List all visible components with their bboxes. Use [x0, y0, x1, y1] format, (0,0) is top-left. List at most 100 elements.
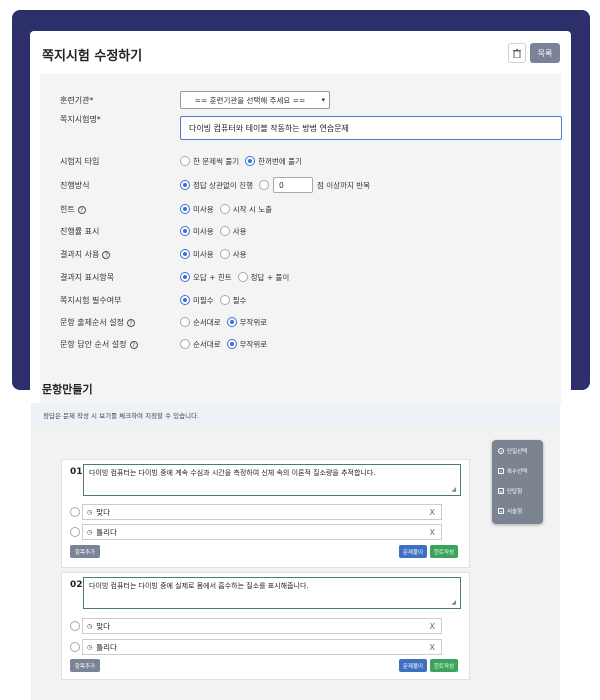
type-option-single[interactable]: 한 문제씩 풀기 [180, 156, 239, 167]
hint-write-button[interactable]: 힌트작성 [430, 545, 458, 558]
radio-icon [180, 156, 190, 166]
result-label: 결과지 사용? [60, 249, 170, 260]
file-icon: ≡ [498, 508, 504, 514]
help-icon[interactable]: ? [129, 341, 138, 349]
correct-answer-radio[interactable] [70, 642, 80, 652]
answer-row: ◷ 맞다 X [62, 504, 471, 520]
answer-order-label: 문항 답안 순서 설정? [60, 339, 170, 350]
hint-write-button[interactable]: 힌트작성 [430, 659, 458, 672]
option-label: 미사용 [193, 249, 214, 259]
menu-item-essay[interactable]: ≡ 서술형 [498, 504, 540, 518]
menu-item-single-choice[interactable]: • 단일선택 [498, 444, 540, 458]
radio-checked-icon [180, 204, 190, 214]
option-label: 필수 [232, 295, 247, 305]
remove-answer-icon[interactable]: X [430, 643, 435, 652]
radio-checked-icon [226, 317, 237, 327]
hint-option-on[interactable]: 시작 시 노출 [219, 204, 272, 215]
org-select[interactable]: == 훈련기관을 선택해 주세요 == ▾ [180, 91, 330, 109]
answer-row: ◷ 틀리다 X [62, 524, 471, 540]
question-text: 다이빙 컴퓨터는 다이빙 중에 계속 수심과 시간을 측정하여 신체 속의 이론… [89, 469, 376, 477]
repeat-suffix: 점 이상까지 반복 [316, 180, 371, 190]
option-label: 사용 [232, 249, 247, 259]
answer-order-option-sequential[interactable]: 순서대로 [180, 339, 221, 350]
answer-input[interactable]: ◷ 틀리다 X [82, 639, 442, 655]
order-label: 문항 출제순서 설정? [60, 317, 170, 328]
edit-card: 쪽지시험 수정하기 목록 훈련기관* == 훈련기관을 선택해 주세요 == ▾… [30, 31, 571, 411]
radio-checked-icon [245, 156, 256, 166]
remove-answer-icon[interactable]: X [430, 622, 435, 631]
resize-grip-icon[interactable]: ◢ [451, 599, 456, 606]
radio-checked-icon [180, 226, 190, 236]
option-label: 정답 상관없이 진행 [193, 180, 253, 190]
menu-item-short-answer[interactable]: ≡ 단답형 [498, 484, 540, 498]
menu-item-label: 단답형 [507, 489, 523, 495]
question-text: 다이빙 컴퓨터는 다이빙 중에 실제로 몸에서 흡수하는 질소를 표시해줍니다. [89, 582, 309, 590]
option-label: 미사용 [193, 226, 214, 236]
required-label: 쪽지시험 필수여부 [60, 295, 122, 305]
question-text-input[interactable]: 다이빙 컴퓨터는 다이빙 중에 실제로 몸에서 흡수하는 질소를 표시해줍니다.… [83, 577, 461, 609]
radio-checked-icon [180, 272, 190, 282]
remove-answer-icon[interactable]: X [430, 528, 435, 537]
resize-grip-icon[interactable]: ◢ [451, 486, 456, 493]
option-label: 무작위로 [239, 317, 268, 327]
hint-label-text: 힌트 [60, 204, 75, 214]
answer-input[interactable]: ◷ 맞다 X [82, 618, 442, 634]
radio-icon [180, 339, 190, 349]
answer-input[interactable]: ◷ 맞다 X [82, 504, 442, 520]
help-icon[interactable]: ? [102, 251, 111, 259]
repeat-score-input[interactable]: 0 [272, 177, 313, 193]
progress-option-off[interactable]: 미사용 [180, 226, 214, 237]
mode-option-repeat[interactable] [258, 180, 269, 190]
result-items-label: 결과지 표시항목 [60, 272, 115, 282]
option-label: 정답 + 풀이 [250, 272, 290, 282]
solution-button[interactable]: 문제풀이 [399, 545, 427, 558]
correct-answer-radio[interactable] [70, 621, 80, 631]
result-option-on[interactable]: 사용 [219, 249, 247, 260]
option-label: 한꺼번에 풀기 [258, 156, 302, 166]
remove-answer-icon[interactable]: X [430, 508, 435, 517]
type-label: 시험지 타입 [60, 156, 100, 166]
correct-answer-radio[interactable] [70, 507, 80, 517]
question-type-menu: • 단일선택 ✓ 복수선택 ≡ 단답형 ≡ 서술형 [492, 440, 543, 524]
required-option-off[interactable]: 미필수 [180, 295, 214, 306]
correct-answer-radio[interactable] [70, 527, 80, 537]
result-items-option-right[interactable]: 정답 + 풀이 [237, 272, 290, 283]
radio-icon [180, 317, 190, 327]
trash-icon [513, 48, 521, 58]
required-option-on[interactable]: 필수 [219, 295, 247, 306]
add-answer-button[interactable]: 항목추가 [70, 545, 100, 558]
question-card: 01. 다이빙 컴퓨터는 다이빙 중에 계속 수심과 시간을 측정하여 신체 속… [61, 459, 470, 568]
question-card: 02. 다이빙 컴퓨터는 다이빙 중에 실제로 몸에서 흡수하는 질소를 표시해… [61, 572, 470, 680]
menu-item-label: 서술형 [507, 509, 523, 515]
result-option-off[interactable]: 미사용 [180, 249, 214, 260]
delete-button[interactable] [508, 43, 526, 63]
answer-input[interactable]: ◷ 틀리다 X [82, 524, 442, 540]
result-label-text: 결과지 사용 [60, 249, 100, 259]
menu-item-multi-choice[interactable]: ✓ 복수선택 [498, 464, 540, 478]
add-answer-button[interactable]: 항목추가 [70, 659, 100, 672]
hint-option-off[interactable]: 미사용 [180, 204, 214, 215]
order-option-sequential[interactable]: 순서대로 [180, 317, 221, 328]
type-option-all[interactable]: 한꺼번에 풀기 [245, 156, 302, 167]
clock-icon: ◷ [87, 643, 93, 651]
mode-option-any[interactable]: 정답 상관없이 진행 [180, 180, 253, 191]
result-items-option-wrong[interactable]: 오답 + 힌트 [180, 272, 232, 283]
solution-button[interactable]: 문제풀이 [399, 659, 427, 672]
org-select-value: == 훈련기관을 선택해 주세요 == [194, 95, 306, 105]
menu-item-label: 복수선택 [507, 469, 528, 475]
order-option-random[interactable]: 무작위로 [226, 317, 268, 328]
list-button[interactable]: 목록 [530, 43, 560, 63]
help-icon[interactable]: ? [77, 206, 86, 214]
option-label: 시작 시 노출 [232, 204, 272, 214]
progress-option-on[interactable]: 사용 [219, 226, 247, 237]
answer-order-option-random[interactable]: 무작위로 [226, 339, 267, 350]
mode-label: 진행방식 [60, 180, 90, 190]
answer-text: 맞다 [96, 507, 111, 517]
quiz-name-input[interactable]: 다이빙 컴퓨터와 테이블 작동하는 방법 연습문제 [180, 116, 562, 140]
radio-icon: • [498, 448, 504, 454]
chevron-down-icon: ▾ [321, 96, 325, 104]
option-label: 미사용 [193, 204, 214, 214]
answer-text: 틀리다 [96, 642, 117, 652]
question-text-input[interactable]: 다이빙 컴퓨터는 다이빙 중에 계속 수심과 시간을 측정하여 신체 속의 이론… [83, 464, 461, 496]
help-icon[interactable]: ? [126, 319, 135, 327]
